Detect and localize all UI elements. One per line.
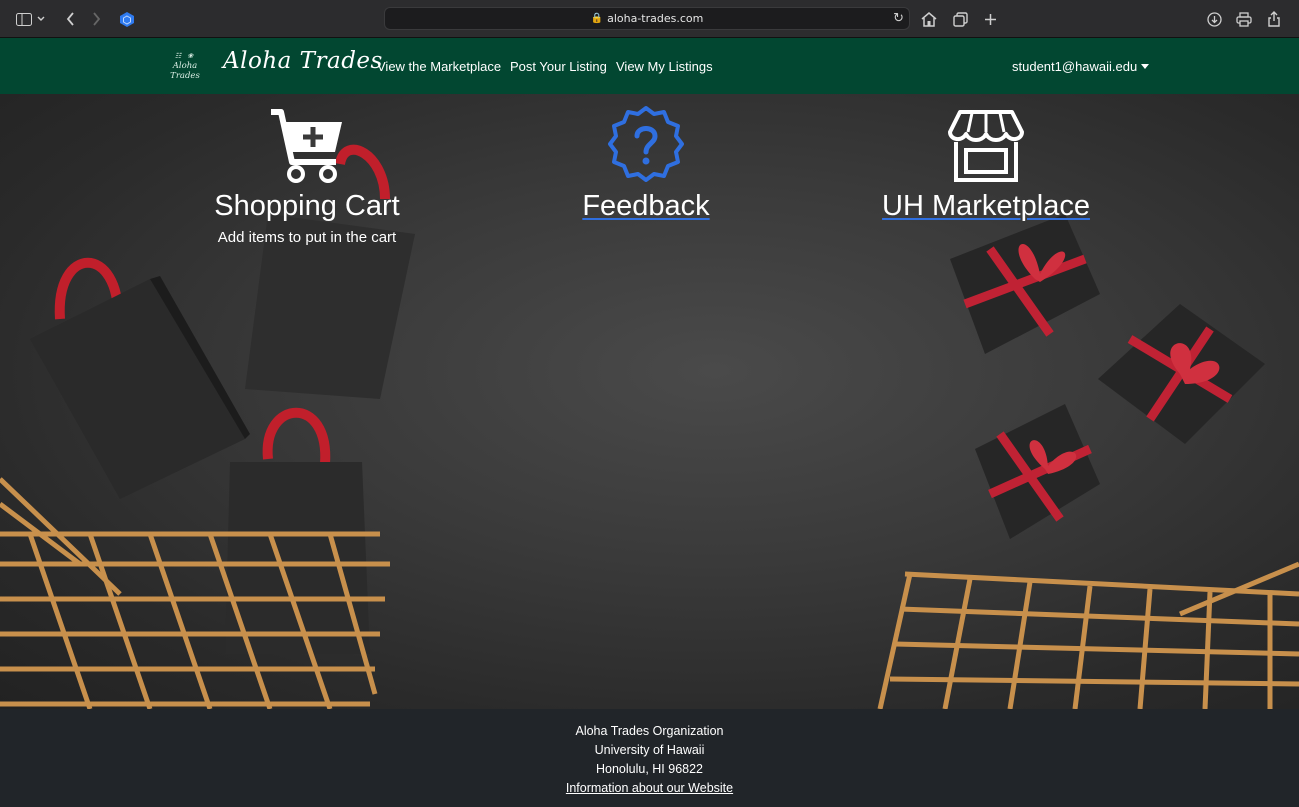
footer-info-link[interactable]: Information about our Website <box>566 781 733 795</box>
footer-address: Honolulu, HI 96822 <box>595 762 704 776</box>
site-footer: Aloha Trades Organization University of … <box>0 709 1299 807</box>
question-badge-icon <box>556 104 736 189</box>
forward-icon[interactable] <box>86 9 106 29</box>
feature-uh-marketplace: UH Marketplace <box>866 108 1106 223</box>
home-icon[interactable] <box>919 9 939 29</box>
feature-shopping-cart: Shopping Cart Add items to put in the ca… <box>197 108 417 246</box>
share-icon[interactable] <box>1264 9 1284 29</box>
storefront-icon <box>866 108 1106 189</box>
footer-university: University of Hawaii <box>594 743 705 757</box>
user-email: student1@hawaii.edu <box>1012 59 1138 74</box>
feature-subtitle: Add items to put in the cart <box>217 229 397 246</box>
hero-section: Shopping Cart Add items to put in the ca… <box>0 94 1299 709</box>
feedback-link[interactable]: Feedback <box>556 189 736 223</box>
uh-marketplace-link[interactable]: UH Marketplace <box>866 189 1106 223</box>
brand-title[interactable]: Aloha Trades <box>223 48 383 74</box>
gift-box-illustration <box>950 214 1265 539</box>
site-navbar: ☷ ❀ Aloha Trades Aloha Trades View the M… <box>0 38 1299 94</box>
chevron-down-icon[interactable] <box>34 9 48 29</box>
browser-toolbar: 🔒 aloha-trades.com ↻ <box>0 0 1299 38</box>
new-tab-icon[interactable] <box>980 9 1000 29</box>
url-text: aloha-trades.com <box>607 12 704 25</box>
download-icon[interactable] <box>1204 9 1224 29</box>
lock-icon: 🔒 <box>590 13 604 24</box>
cart-plus-icon <box>197 108 417 189</box>
print-icon[interactable] <box>1234 9 1254 29</box>
address-bar[interactable]: 🔒 aloha-trades.com ↻ <box>384 7 910 30</box>
caret-down-icon <box>1141 64 1150 69</box>
footer-org: Aloha Trades Organization <box>575 724 724 738</box>
logo-mark-icon: ☷ ❀ <box>174 52 196 60</box>
logo-text: Aloha Trades <box>170 61 200 81</box>
reload-icon[interactable]: ↻ <box>893 11 904 26</box>
feature-feedback: Feedback <box>556 104 736 223</box>
cart-illustration-right <box>877 561 1299 709</box>
site-logo[interactable]: ☷ ❀ Aloha Trades <box>157 51 213 81</box>
back-icon[interactable] <box>60 9 80 29</box>
extension-icon[interactable] <box>117 9 137 29</box>
feature-title: Shopping Cart <box>214 190 400 222</box>
user-dropdown[interactable]: student1@hawaii.edu <box>1012 59 1150 74</box>
nav-view-marketplace[interactable]: View the Marketplace <box>377 59 501 74</box>
sidebar-toggle-icon[interactable] <box>14 9 34 29</box>
tabs-overview-icon[interactable] <box>950 9 970 29</box>
nav-post-listing[interactable]: Post Your Listing <box>510 59 607 74</box>
nav-view-my-listings[interactable]: View My Listings <box>616 59 713 74</box>
